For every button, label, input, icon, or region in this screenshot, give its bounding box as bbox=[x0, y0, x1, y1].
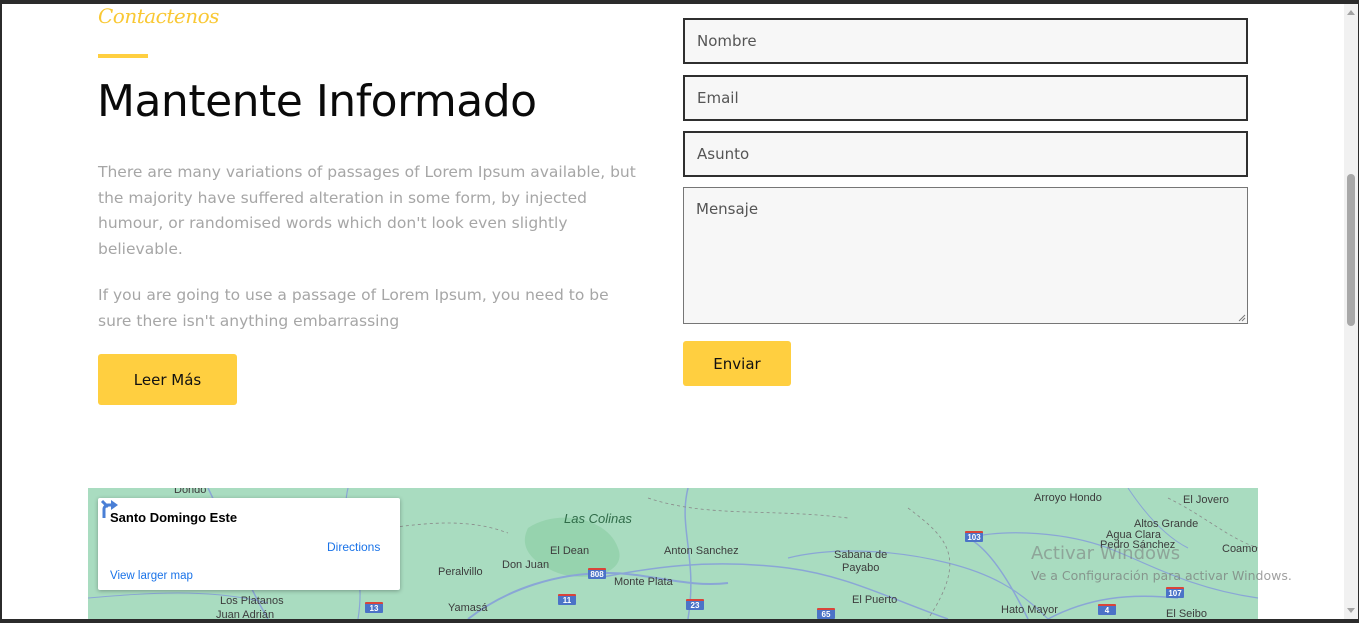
route-shield: 107 bbox=[1166, 587, 1184, 598]
activation-watermark-title: Activar Windows bbox=[1031, 543, 1181, 564]
section-title: Mantente Informado bbox=[97, 76, 537, 127]
map-label: Monte Plata bbox=[614, 576, 673, 588]
directions-icon[interactable] bbox=[98, 498, 120, 520]
map-label: Juan Adrián bbox=[216, 609, 275, 619]
scroll-down-icon[interactable] bbox=[1347, 608, 1355, 613]
route-shield: 808 bbox=[588, 568, 606, 579]
section-eyebrow: Contactenos bbox=[98, 4, 219, 28]
activation-watermark-subtitle: Ve a Configuración para activar Windows. bbox=[1031, 568, 1292, 583]
subject-placeholder: Asunto bbox=[697, 145, 750, 163]
section-paragraph-2: If you are going to use a passage of Lor… bbox=[98, 286, 609, 330]
resize-grip-icon[interactable] bbox=[1238, 314, 1246, 322]
map-label: Don Juan bbox=[502, 559, 550, 571]
map-label: Las Colinas bbox=[564, 511, 632, 526]
message-textarea[interactable]: Mensaje bbox=[683, 187, 1248, 324]
email-field[interactable]: Email bbox=[683, 75, 1248, 121]
section-paragraph-1: There are many variations of passages of… bbox=[98, 163, 636, 258]
directions-link[interactable]: Directions bbox=[327, 540, 380, 554]
map-label: Yamasá bbox=[448, 602, 488, 614]
map-label: El Jovero bbox=[1183, 494, 1229, 506]
route-shield: 65 bbox=[817, 608, 835, 619]
map-label: Coamo bbox=[1222, 543, 1258, 555]
map-label: Arroyo Hondo bbox=[1034, 492, 1102, 504]
eyebrow-underline bbox=[98, 54, 148, 58]
route-shield: 4 bbox=[1098, 604, 1116, 615]
route-shield: 11 bbox=[558, 594, 576, 605]
map-label: Los Platanos bbox=[220, 595, 284, 607]
map-label: Peralvillo bbox=[438, 566, 483, 578]
name-field[interactable]: Nombre bbox=[683, 18, 1248, 64]
route-shield: 103 bbox=[965, 531, 983, 542]
subject-field[interactable]: Asunto bbox=[683, 131, 1248, 177]
email-placeholder: Email bbox=[697, 89, 739, 107]
scrollbar-thumb[interactable] bbox=[1347, 174, 1355, 326]
map-place-name: Santo Domingo Este bbox=[110, 510, 238, 525]
map-label: Hato Mayor bbox=[1001, 604, 1058, 616]
read-more-button[interactable]: Leer Más bbox=[98, 354, 237, 405]
message-placeholder: Mensaje bbox=[696, 200, 759, 218]
map-info-card: Santo Domingo Este Directions View large… bbox=[98, 498, 400, 590]
name-placeholder: Nombre bbox=[697, 32, 757, 50]
submit-button[interactable]: Enviar bbox=[683, 341, 791, 386]
map-label: El Seibo bbox=[1166, 608, 1207, 619]
map-label: Dondo bbox=[174, 488, 207, 496]
scroll-up-icon[interactable] bbox=[1347, 10, 1355, 15]
map-label: Anton Sanchez bbox=[664, 545, 739, 557]
map-label: El Puerto bbox=[852, 594, 898, 606]
vertical-scrollbar[interactable] bbox=[1344, 4, 1358, 619]
view-larger-map-link[interactable]: View larger map bbox=[110, 570, 193, 582]
page-viewport: Contactenos Mantente Informado There are… bbox=[2, 4, 1344, 619]
route-shield: 23 bbox=[686, 599, 704, 610]
map-label: Payabo bbox=[842, 562, 880, 574]
map-label: Sabana de bbox=[834, 549, 888, 561]
route-shield: 13 bbox=[365, 602, 383, 613]
map-label: El Dean bbox=[550, 545, 590, 557]
